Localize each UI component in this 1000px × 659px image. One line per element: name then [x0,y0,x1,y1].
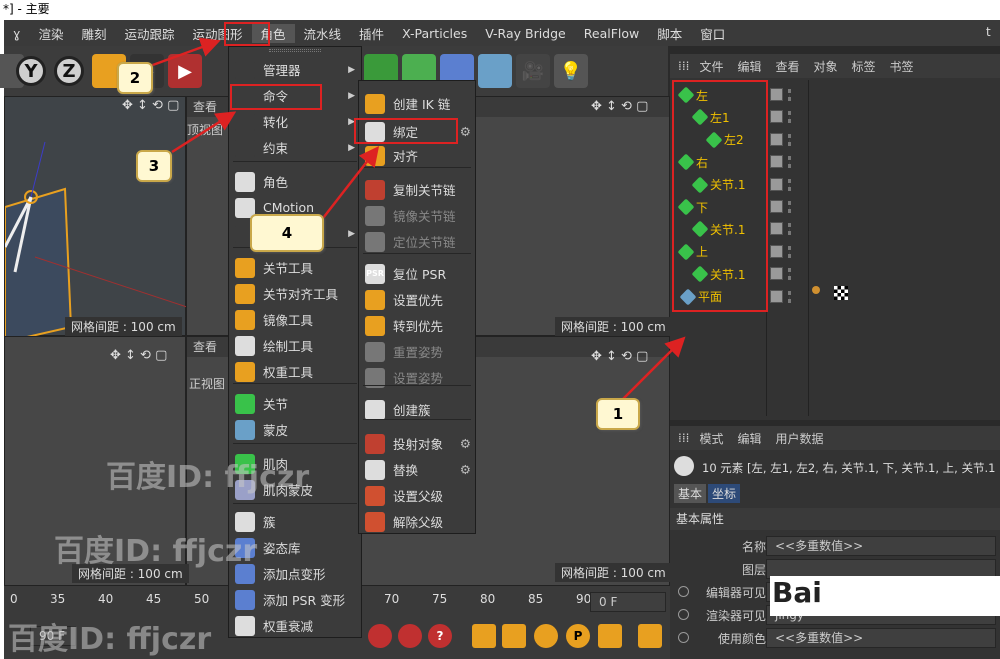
callout-4: 4 [250,214,324,252]
watermark: 百度ID: ffjczr [8,622,212,657]
watermark: 百度ID: ffjczr [106,460,310,495]
callout-3: 3 [136,150,172,182]
callout-2: 2 [117,62,153,94]
callout-1: 1 [596,398,640,430]
watermark: 百度ID: ffjczr [54,534,258,569]
